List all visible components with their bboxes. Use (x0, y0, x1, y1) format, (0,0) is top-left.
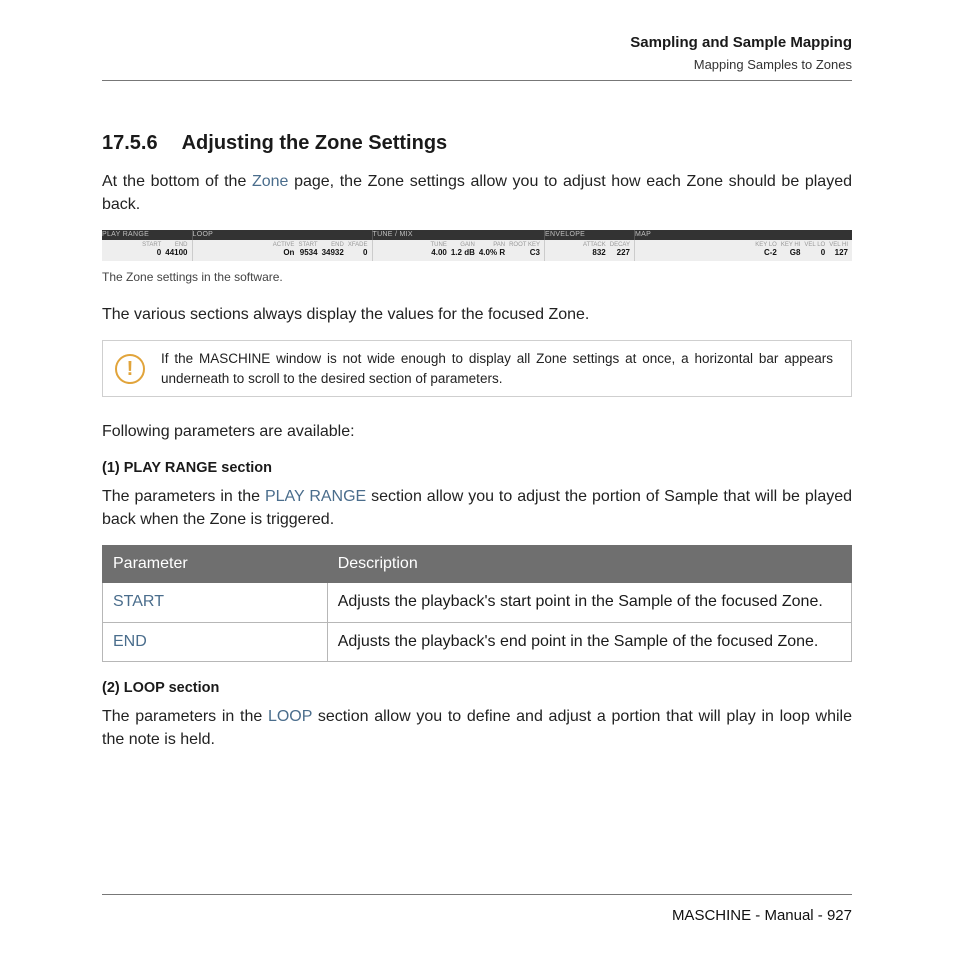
play-range-text: The parameters in the PLAY RANGE section… (102, 486, 852, 531)
param-name: END (103, 622, 328, 661)
table-row: END Adjusts the playback's end point in … (103, 622, 852, 661)
heading-title: Adjusting the Zone Settings (182, 129, 448, 157)
footer-text: MASCHINE - Manual - 927 (672, 907, 852, 924)
play-range-heading: (1) PLAY RANGE section (102, 458, 852, 478)
strip-group-tunemix: TUNE / MIX (372, 230, 545, 240)
note-text: If the MASCHINE window is not wide enoug… (161, 349, 833, 388)
following-params-text: Following parameters are available: (102, 421, 852, 443)
strip-group-loop: LOOP (192, 230, 372, 240)
table-row: START Adjusts the playback's start point… (103, 583, 852, 622)
param-name: START (103, 583, 328, 622)
loop-heading: (2) LOOP section (102, 678, 852, 698)
param-desc: Adjusts the playback's end point in the … (327, 622, 851, 661)
header-section: Mapping Samples to Zones (102, 56, 852, 74)
heading-number: 17.5.6 (102, 129, 158, 157)
header-chapter: Sampling and Sample Mapping (102, 32, 852, 53)
col-parameter: Parameter (103, 545, 328, 582)
loop-text: The parameters in the LOOP section allow… (102, 706, 852, 751)
strip-group-map: MAP (635, 230, 853, 240)
page: Sampling and Sample Mapping Mapping Samp… (0, 0, 954, 954)
strip-group-playrange: PLAY RANGE (102, 230, 192, 240)
zone-settings-strip: PLAY RANGE LOOP TUNE / MIX ENVELOPE MAP … (102, 230, 852, 261)
header-rule (102, 80, 852, 81)
intro-paragraph: At the bottom of the Zone page, the Zone… (102, 171, 852, 216)
param-desc: Adjusts the playback's start point in th… (327, 583, 851, 622)
various-sections-text: The various sections always display the … (102, 304, 852, 326)
warning-icon: ! (115, 354, 145, 384)
parameter-table: Parameter Description START Adjusts the … (102, 545, 852, 662)
strip-group-envelope: ENVELOPE (545, 230, 635, 240)
col-description: Description (327, 545, 851, 582)
page-footer: MASCHINE - Manual - 927 (102, 894, 852, 926)
running-header: Sampling and Sample Mapping Mapping Samp… (102, 32, 852, 74)
zone-link: Zone (252, 173, 288, 190)
section-heading: 17.5.6 Adjusting the Zone Settings (102, 129, 852, 157)
strip-value-row: START0 END44100 ACTIVEOn START9534 END34… (102, 240, 852, 261)
strip-header-row: PLAY RANGE LOOP TUNE / MIX ENVELOPE MAP (102, 230, 852, 240)
table-header-row: Parameter Description (103, 545, 852, 582)
loop-link: LOOP (268, 708, 312, 725)
figure-caption: The Zone settings in the software. (102, 269, 852, 286)
note-box: ! If the MASCHINE window is not wide eno… (102, 340, 852, 397)
play-range-link: PLAY RANGE (265, 488, 366, 505)
